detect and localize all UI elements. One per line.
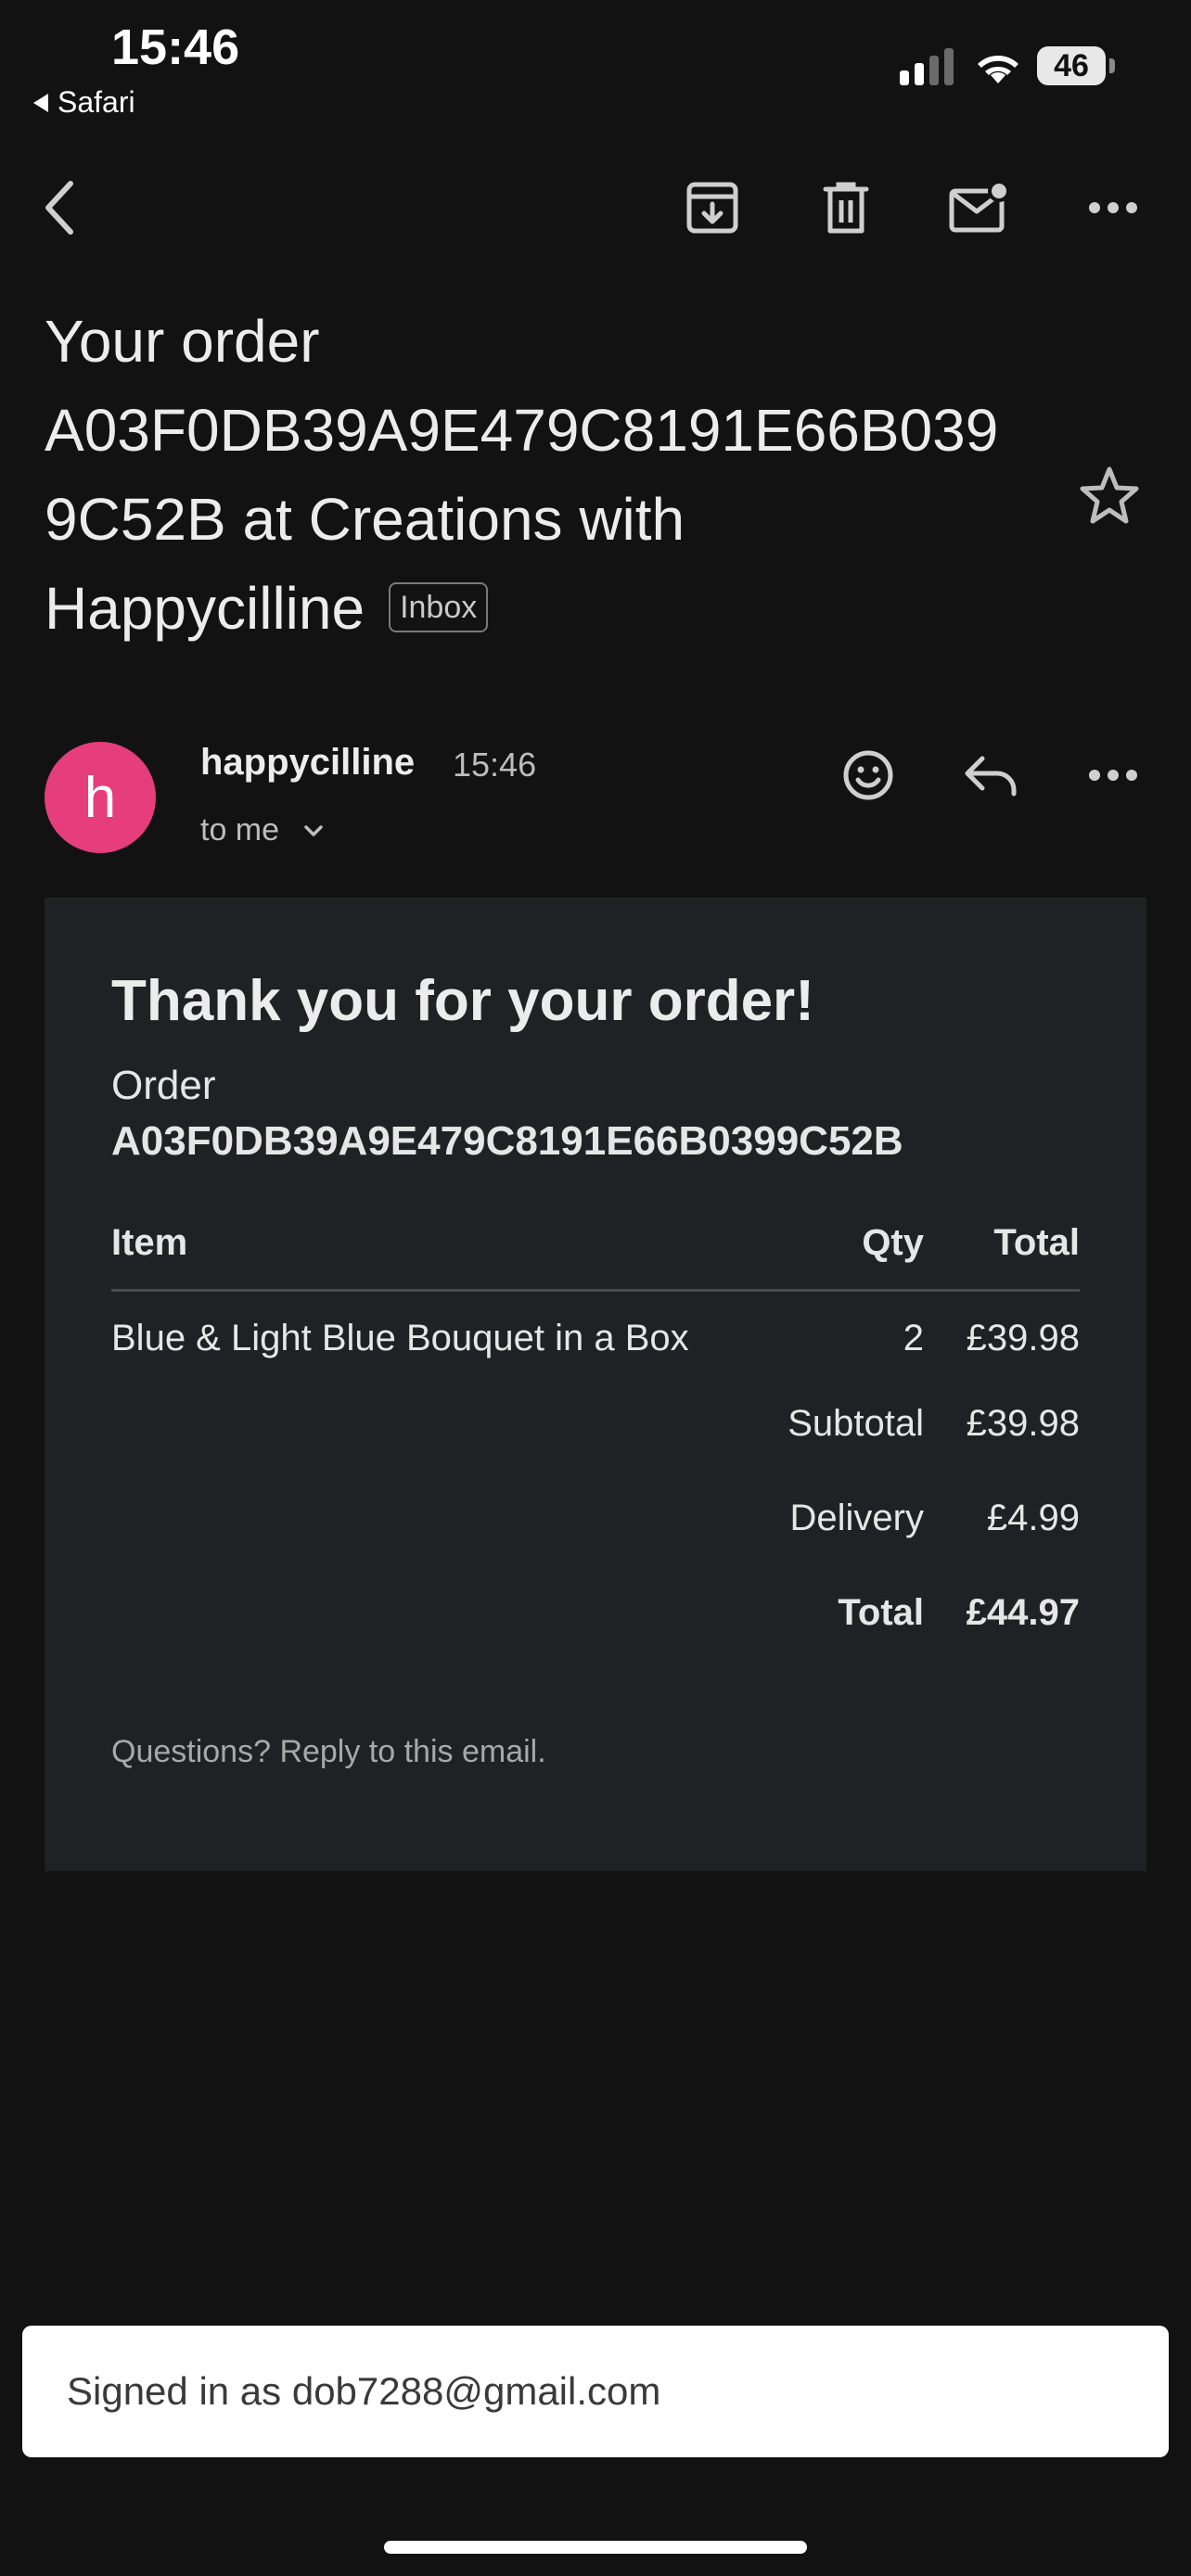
subject-line: Happycilline [45, 575, 365, 642]
email-body-card: Thank you for your order! Order A03F0DB3… [45, 898, 1146, 1871]
message-more-options-button[interactable] [1080, 742, 1146, 809]
reply-icon [965, 756, 1017, 797]
delivery-label: Delivery [789, 1498, 924, 1538]
back-button[interactable] [28, 174, 95, 241]
email-subject: Your order A03F0DB39A9E479C8191E66B039 9… [45, 297, 1028, 653]
archive-icon [686, 182, 738, 234]
signed-in-banner[interactable]: Signed in as dob7288@gmail.com [22, 2326, 1169, 2457]
archive-button[interactable] [679, 174, 746, 241]
subtotal-value: £39.98 [966, 1403, 1080, 1444]
item-name: Blue & Light Blue Bouquet in a Box [111, 1318, 689, 1358]
sender-avatar[interactable]: h [45, 742, 156, 853]
item-qty: 2 [903, 1318, 924, 1358]
column-header-item: Item [111, 1222, 188, 1263]
subtotal-label: Subtotal [788, 1403, 924, 1444]
column-header-total: Total [993, 1222, 1080, 1263]
confirmation-heading: Thank you for your order! [111, 969, 814, 1033]
more-horizontal-icon [1089, 770, 1137, 781]
battery-indicator: 46 [1037, 46, 1106, 85]
item-total: £39.98 [966, 1318, 1080, 1358]
recipient-label: to me [200, 812, 280, 848]
order-number: A03F0DB39A9E479C8191E66B0399C52B [111, 1118, 903, 1164]
battery-level: 46 [1054, 47, 1089, 83]
column-header-qty: Qty [862, 1222, 924, 1263]
subject-line: 9C52B at Creations with [45, 486, 685, 553]
home-indicator[interactable] [384, 2541, 807, 2554]
subject-line: A03F0DB39A9E479C8191E66B039 [45, 397, 999, 464]
sender-name[interactable]: happycilline [200, 742, 415, 784]
smiley-icon [843, 750, 893, 800]
table-row: Blue & Light Blue Bouquet in a Box 2 £39… [111, 1292, 1080, 1384]
reply-button[interactable] [957, 742, 1024, 809]
table-header-row: Item Qty Total [111, 1222, 1080, 1292]
more-horizontal-icon [1089, 202, 1137, 213]
react-emoji-button[interactable] [835, 742, 902, 809]
back-app-label: Safari [58, 85, 135, 119]
mail-unread-icon [949, 180, 1010, 233]
total-label: Total [838, 1592, 924, 1633]
trash-icon [823, 182, 869, 234]
star-icon [1080, 466, 1139, 524]
more-options-button[interactable] [1080, 174, 1146, 241]
order-table: Item Qty Total Blue & Light Blue Bouquet… [111, 1222, 1080, 1668]
inbox-label-badge[interactable]: Inbox [389, 582, 489, 633]
questions-footer: Questions? Reply to this email. [111, 1734, 546, 1769]
subtotal-row: Subtotal £39.98 [111, 1384, 1080, 1479]
wifi-icon [972, 46, 1024, 90]
status-time: 15:46 [111, 19, 240, 75]
back-to-safari[interactable]: Safari [33, 85, 135, 120]
delivery-value: £4.99 [986, 1498, 1080, 1538]
subject-line: Your order [45, 308, 320, 375]
order-label: Order [111, 1063, 216, 1108]
star-button[interactable] [1076, 462, 1143, 529]
delete-button[interactable] [813, 174, 879, 241]
recipient-details-toggle[interactable]: to me [200, 812, 324, 848]
back-triangle-icon [33, 93, 48, 112]
delivery-row: Delivery £4.99 [111, 1479, 1080, 1574]
cellular-signal-icon [900, 46, 954, 85]
chevron-left-icon [45, 181, 73, 235]
chevron-down-icon [304, 824, 323, 836]
battery-tip [1109, 58, 1115, 73]
mark-unread-button[interactable] [946, 174, 1013, 241]
total-row: Total £44.97 [111, 1574, 1080, 1668]
total-value: £44.97 [966, 1592, 1080, 1633]
sent-time: 15:46 [453, 746, 537, 784]
